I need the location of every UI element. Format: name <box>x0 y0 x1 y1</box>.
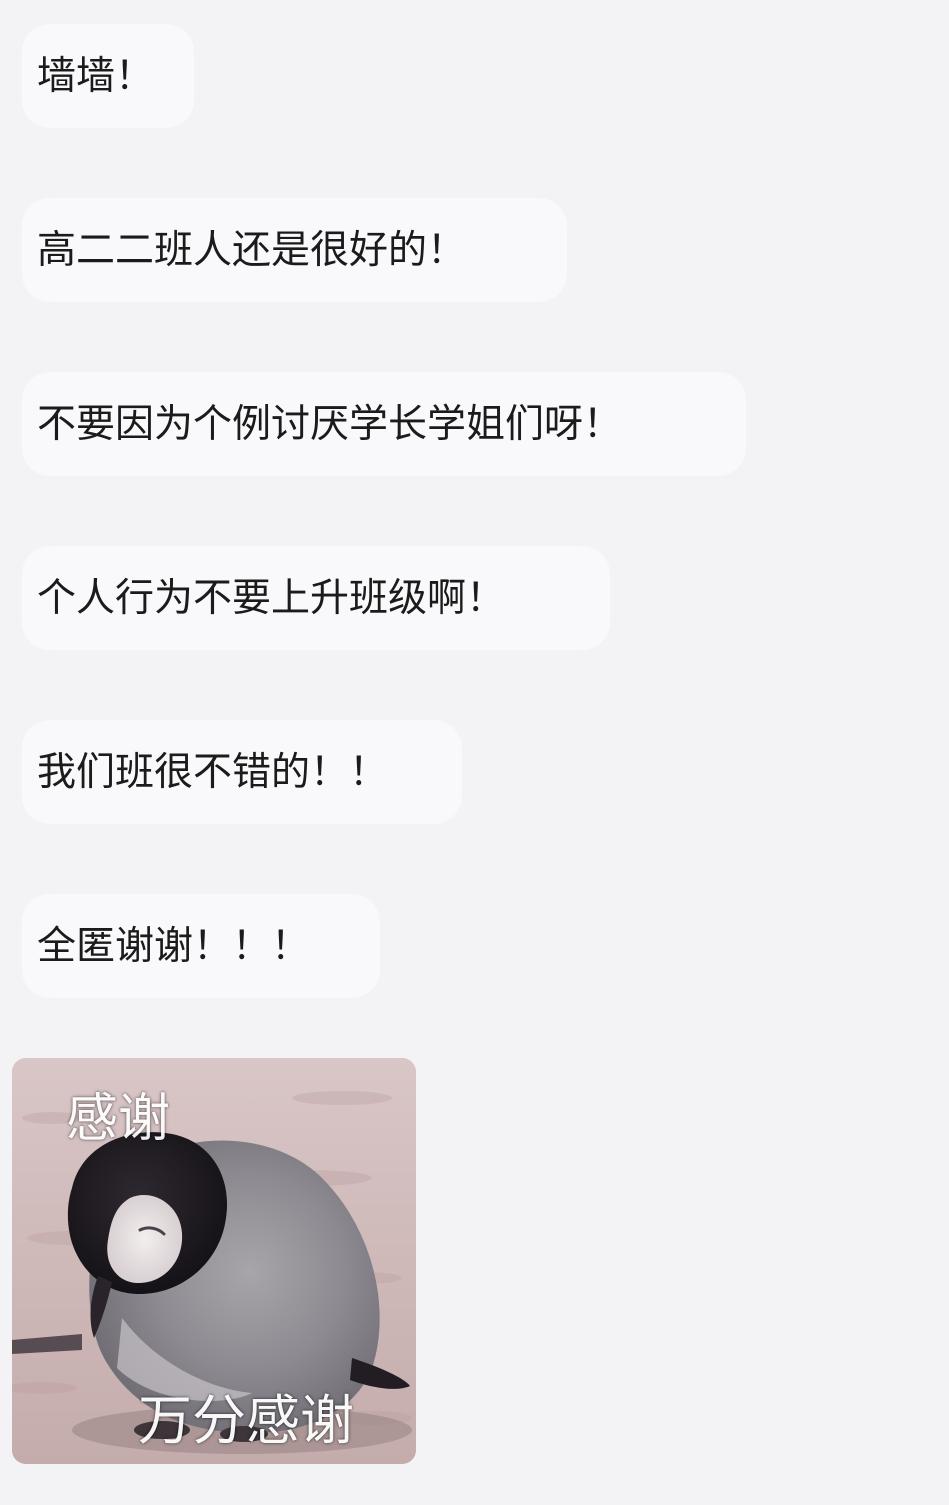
message-bubble[interactable]: 个人行为不要上升班级啊！ <box>22 546 610 650</box>
chat-thread: 墙墙！ 高二二班人还是很好的！ 不要因为个例讨厌学长学姐们呀！ 个人行为不要上升… <box>0 0 949 1505</box>
message-text: 不要因为个例讨厌学长学姐们呀！ <box>37 401 623 447</box>
message-bubble[interactable]: 全匿谢谢！！！ <box>22 894 380 998</box>
message-text: 高二二班人还是很好的！ <box>37 227 467 273</box>
message-bubble[interactable]: 墙墙！ <box>22 24 194 128</box>
thank-you-sticker[interactable]: 感谢 万分感谢 <box>12 1058 416 1464</box>
message-text: 我们班很不错的！！ <box>37 749 389 795</box>
sticker-caption-bottom: 万分感谢 <box>138 1389 354 1452</box>
message-text: 全匿谢谢！！！ <box>37 923 311 969</box>
message-text: 个人行为不要上升班级啊！ <box>37 575 506 621</box>
sticker-caption-top: 感谢 <box>66 1089 171 1149</box>
message-text: 墙墙！ <box>37 53 155 99</box>
message-bubble[interactable]: 不要因为个例讨厌学长学姐们呀！ <box>22 372 746 476</box>
message-bubble[interactable]: 我们班很不错的！！ <box>22 720 462 824</box>
message-bubble[interactable]: 高二二班人还是很好的！ <box>22 198 567 302</box>
